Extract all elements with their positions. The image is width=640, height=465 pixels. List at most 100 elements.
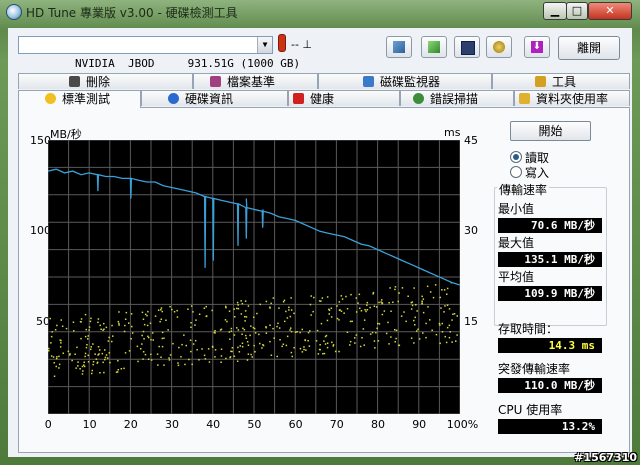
access-time-point bbox=[220, 348, 223, 350]
access-time-point bbox=[282, 343, 285, 345]
access-time-point bbox=[190, 350, 192, 353]
access-time-point bbox=[398, 344, 400, 346]
access-time-point bbox=[67, 350, 70, 353]
access-time-point bbox=[146, 314, 148, 317]
access-time-point bbox=[150, 359, 153, 361]
access-time-point bbox=[220, 361, 222, 363]
access-time-point bbox=[176, 309, 178, 312]
access-time-point bbox=[168, 359, 171, 361]
tab-disk-monitor[interactable]: 磁碟監視器 bbox=[318, 73, 492, 89]
access-time-point bbox=[443, 289, 446, 291]
start-button[interactable]: 開始 bbox=[510, 121, 591, 141]
main-client: NVIDIA JBOD 931.51G (1000 GB) ▼ -- ⊥ ⬇ 離… bbox=[8, 28, 632, 457]
tab-tools[interactable]: 工具 bbox=[492, 73, 630, 89]
exit-button[interactable]: 離開 bbox=[558, 36, 620, 60]
access-time-point bbox=[111, 324, 113, 327]
access-time-point bbox=[435, 333, 438, 336]
tab-benchmark[interactable]: 標準測試 bbox=[18, 90, 141, 108]
access-time-point bbox=[319, 344, 321, 346]
tab-row-top: 刪除 檔案基準 磁碟監視器 工具 bbox=[18, 73, 630, 90]
access-time-point bbox=[290, 351, 293, 354]
access-time-point bbox=[414, 316, 416, 319]
tab-info[interactable]: 硬碟資訊 bbox=[141, 90, 288, 106]
transfer-rate-chart bbox=[48, 140, 460, 414]
access-time-point bbox=[83, 361, 85, 363]
download-button[interactable]: ⬇ bbox=[524, 36, 550, 58]
save-button[interactable] bbox=[454, 36, 480, 58]
access-time-point bbox=[426, 285, 429, 288]
tab-health[interactable]: 健康 bbox=[288, 90, 400, 106]
burst-rate-value: 110.0 MB/秒 bbox=[498, 378, 602, 393]
access-time-point bbox=[395, 337, 397, 340]
access-time-point bbox=[240, 313, 243, 315]
access-time-point bbox=[258, 333, 260, 336]
access-time-point bbox=[196, 349, 198, 351]
access-time-point bbox=[167, 329, 169, 331]
access-time-point bbox=[244, 310, 247, 312]
access-time-point bbox=[394, 286, 397, 288]
access-time-point bbox=[165, 319, 167, 321]
access-time-point bbox=[131, 325, 133, 328]
access-time-point bbox=[177, 362, 179, 364]
x-tick-label: 70 bbox=[329, 418, 344, 431]
access-time-point bbox=[205, 305, 207, 308]
access-time-point bbox=[60, 319, 62, 321]
access-time-point bbox=[253, 344, 255, 347]
access-time-point bbox=[381, 302, 383, 305]
access-time-point bbox=[361, 337, 363, 339]
magnifier-icon bbox=[413, 93, 424, 104]
drive-select[interactable]: NVIDIA JBOD 931.51G (1000 GB) ▼ bbox=[18, 36, 300, 70]
chevron-down-icon[interactable]: ▼ bbox=[257, 37, 272, 53]
access-time-point bbox=[190, 322, 192, 324]
access-time-point bbox=[90, 317, 92, 320]
avg-label: 平均值 bbox=[498, 270, 535, 284]
access-time-point bbox=[76, 346, 78, 349]
access-time-point bbox=[366, 304, 368, 306]
maximize-button[interactable]: □ bbox=[566, 2, 588, 20]
tab-file-benchmark[interactable]: 檔案基準 bbox=[193, 73, 318, 89]
access-time-point bbox=[236, 307, 238, 310]
access-time-point bbox=[94, 353, 96, 355]
access-time-point bbox=[82, 370, 84, 372]
tab-health-label: 健康 bbox=[310, 92, 335, 106]
access-time-point bbox=[285, 310, 287, 313]
access-time-point bbox=[355, 297, 357, 299]
access-time-point bbox=[350, 293, 352, 296]
access-time-point bbox=[373, 340, 376, 342]
access-time-point bbox=[349, 320, 352, 323]
tab-folder-usage[interactable]: 資料夾使用率 bbox=[514, 90, 630, 106]
access-time-point bbox=[72, 321, 75, 323]
access-time-point bbox=[254, 332, 257, 334]
access-time-point bbox=[80, 318, 83, 320]
tab-error-scan[interactable]: 錯誤掃描 bbox=[400, 90, 514, 106]
access-time-point bbox=[286, 317, 289, 319]
copy-screenshot-button[interactable] bbox=[421, 36, 447, 58]
y-axis-right-label: ms bbox=[444, 126, 461, 139]
access-time-point bbox=[299, 331, 301, 334]
copy-text-button[interactable] bbox=[386, 36, 412, 58]
access-time-point bbox=[338, 319, 340, 321]
access-time-point bbox=[416, 330, 418, 332]
access-time-point bbox=[157, 309, 160, 311]
access-time-point bbox=[154, 315, 157, 317]
access-time-point bbox=[328, 313, 330, 315]
access-time-point bbox=[53, 375, 56, 377]
access-time-point bbox=[91, 369, 93, 372]
access-time-point bbox=[309, 330, 311, 332]
access-time-point bbox=[273, 337, 275, 339]
access-time-point bbox=[318, 300, 321, 302]
title-bar[interactable]: HD Tune 專業版 v3.00 - 硬碟檢測工具 ▁ □ ✕ bbox=[0, 0, 640, 24]
access-time-point bbox=[242, 327, 244, 330]
thermometer-icon bbox=[278, 34, 286, 52]
access-time-point bbox=[137, 360, 139, 363]
options-button[interactable] bbox=[486, 36, 512, 58]
access-time-point bbox=[245, 334, 247, 337]
minimize-button[interactable]: ▁ bbox=[543, 2, 567, 20]
write-radio[interactable]: 寫入 bbox=[510, 164, 549, 181]
tab-erase[interactable]: 刪除 bbox=[18, 73, 193, 89]
access-time-point bbox=[429, 319, 431, 321]
close-button[interactable]: ✕ bbox=[588, 2, 632, 20]
access-time-point bbox=[245, 316, 248, 318]
access-time-point bbox=[203, 307, 206, 309]
access-time-point bbox=[102, 329, 104, 331]
